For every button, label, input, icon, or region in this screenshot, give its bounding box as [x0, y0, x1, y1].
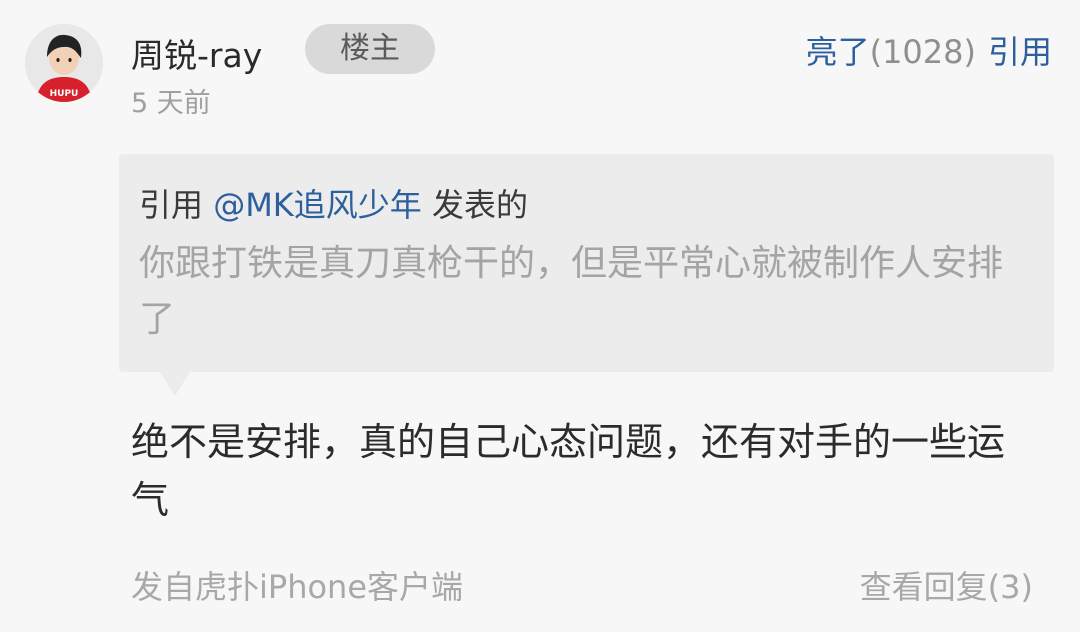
- user-avatar-icon: HUPU: [25, 24, 103, 102]
- avatar[interactable]: HUPU: [25, 24, 103, 102]
- view-replies-link[interactable]: 查看回复(3): [860, 565, 1033, 609]
- username[interactable]: 周锐-ray: [131, 34, 262, 78]
- avatar-logo-text: HUPU: [50, 89, 79, 99]
- quote-header: 引用 @MK追风少年 发表的: [139, 183, 528, 227]
- quoted-user-link[interactable]: @MK追风少年: [213, 186, 422, 224]
- reply-text: 绝不是安排，真的自己心态问题，还有对手的一些运气: [131, 420, 1006, 522]
- quoted-text: 你跟打铁是真刀真枪干的，但是平常心就被制作人安排了: [139, 243, 1004, 340]
- post-actions: 亮了(1028) 引用: [806, 30, 1052, 74]
- light-label: 亮了: [805, 33, 870, 71]
- light-button[interactable]: 亮了(1028): [806, 33, 976, 71]
- light-count: (1028): [869, 33, 976, 71]
- op-badge: 楼主: [305, 24, 435, 74]
- quote-prefix: 引用: [139, 186, 204, 224]
- quote-tail: [160, 372, 190, 396]
- post-time: 5 天前: [131, 88, 211, 119]
- device-info: 发自虎扑iPhone客户端: [131, 568, 464, 606]
- quote-suffix: 发表的: [431, 186, 528, 224]
- quote-button[interactable]: 引用: [988, 33, 1052, 71]
